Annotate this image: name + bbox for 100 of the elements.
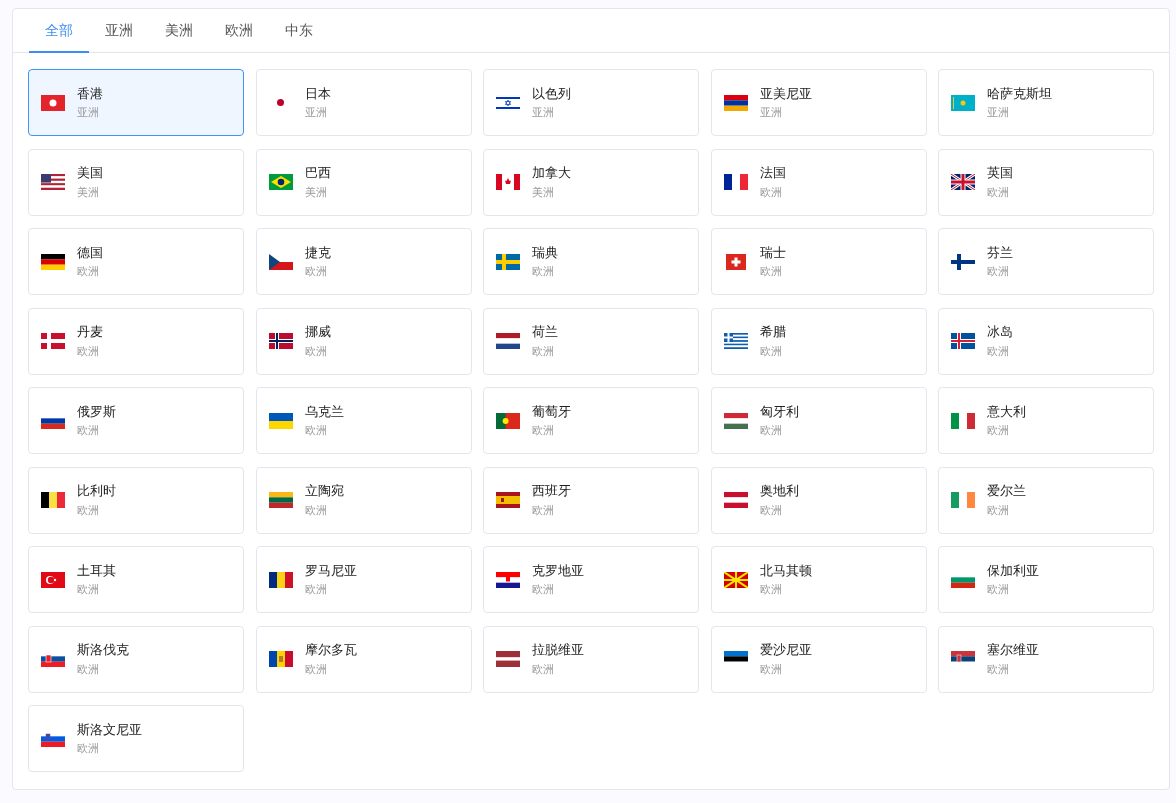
country-card[interactable]: 俄罗斯 欧洲 xyxy=(28,387,244,454)
country-name: 日本 xyxy=(304,85,331,102)
flag-icon xyxy=(496,333,520,349)
country-card[interactable]: 冰岛 欧洲 xyxy=(938,307,1154,375)
country-card[interactable]: 美国 美洲 xyxy=(28,148,244,216)
country-card[interactable]: 巴西 美洲 xyxy=(255,148,472,216)
country-name: 香港 xyxy=(77,85,103,102)
country-card[interactable]: 法国 欧洲 xyxy=(710,148,927,216)
country-card[interactable]: 芬兰 欧洲 xyxy=(938,228,1154,295)
country-card[interactable]: 塞尔维亚 欧洲 xyxy=(938,625,1154,693)
country-name: 西班牙 xyxy=(532,483,571,499)
region-label: 欧洲 xyxy=(304,662,328,676)
flag-icon xyxy=(496,492,520,508)
region-tab[interactable]: 中东 xyxy=(269,9,329,53)
country-card[interactable]: 乌克兰 欧洲 xyxy=(255,387,472,454)
region-label: 欧洲 xyxy=(759,503,783,517)
country-card[interactable]: 保加利亚 欧洲 xyxy=(938,546,1154,613)
country-name: 乌克兰 xyxy=(304,403,344,420)
region-label: 欧洲 xyxy=(987,424,1010,438)
country-card[interactable]: 英国 欧洲 xyxy=(938,148,1154,216)
country-card[interactable]: 摩尔多瓦 欧洲 xyxy=(255,625,472,693)
country-card[interactable]: 荷兰 欧洲 xyxy=(483,307,699,375)
country-name: 挪威 xyxy=(304,324,331,340)
country-name: 斯洛文尼亚 xyxy=(77,721,142,738)
country-card[interactable]: 日本 亚洲 xyxy=(255,69,472,136)
region-label: 欧洲 xyxy=(987,344,1010,358)
country-card[interactable]: 斯洛伐克 欧洲 xyxy=(28,625,244,693)
flag-icon xyxy=(951,253,975,270)
region-label: 欧洲 xyxy=(304,424,328,438)
flag-icon xyxy=(496,94,520,111)
region-label: 欧洲 xyxy=(987,185,1010,199)
country-name: 荷兰 xyxy=(532,324,558,340)
country-card[interactable]: 加拿大 美洲 xyxy=(483,148,699,216)
region-label: 欧洲 xyxy=(532,503,555,517)
flag-icon xyxy=(41,333,65,349)
region-label: 欧洲 xyxy=(987,662,1010,676)
region-label: 亚洲 xyxy=(759,106,783,120)
country-card[interactable]: 爱尔兰 欧洲 xyxy=(938,466,1154,534)
region-label: 欧洲 xyxy=(77,583,100,597)
region-tab[interactable]: 全部 xyxy=(29,9,89,53)
flag-icon xyxy=(496,651,520,667)
country-card[interactable]: 立陶宛 欧洲 xyxy=(255,466,472,534)
country-card[interactable]: 爱沙尼亚 欧洲 xyxy=(710,625,927,693)
flag-icon xyxy=(723,412,748,429)
country-card[interactable]: 奥地利 欧洲 xyxy=(710,466,927,534)
region-label: 欧洲 xyxy=(987,583,1010,597)
country-card[interactable]: 瑞典 欧洲 xyxy=(483,228,699,295)
region-label: 亚洲 xyxy=(77,106,100,120)
country-card[interactable]: 哈萨克斯坦 亚洲 xyxy=(938,69,1154,136)
region-label: 欧洲 xyxy=(532,662,555,676)
flag-icon xyxy=(277,99,284,106)
country-card[interactable]: 捷克 欧洲 xyxy=(255,228,472,295)
region-tab[interactable]: 欧洲 xyxy=(209,9,269,53)
region-label: 欧洲 xyxy=(759,344,783,358)
flag-icon xyxy=(41,174,65,190)
country-card[interactable]: 克罗地亚 欧洲 xyxy=(483,546,699,613)
country-name: 保加利亚 xyxy=(987,562,1039,579)
country-card[interactable]: 拉脱维亚 欧洲 xyxy=(483,625,699,693)
region-tab[interactable]: 美洲 xyxy=(149,9,209,53)
flag-icon xyxy=(723,333,748,349)
flag-icon xyxy=(723,174,748,190)
country-card[interactable]: 希腊 欧洲 xyxy=(710,307,927,375)
country-name: 塞尔维亚 xyxy=(987,642,1039,658)
country-card[interactable]: 亚美尼亚 亚洲 xyxy=(710,69,927,136)
country-card[interactable]: 丹麦 欧洲 xyxy=(28,307,244,375)
country-card[interactable]: 以色列 亚洲 xyxy=(483,69,699,136)
country-card[interactable]: 比利时 欧洲 xyxy=(28,466,244,534)
country-card[interactable]: 西班牙 欧洲 xyxy=(483,466,699,534)
country-card[interactable]: 斯洛文尼亚 欧洲 xyxy=(28,705,244,772)
country-card[interactable]: 挪威 欧洲 xyxy=(255,307,472,375)
country-card[interactable]: 北马其顿 欧洲 xyxy=(710,546,927,613)
flag-icon xyxy=(268,492,293,508)
country-card[interactable]: 香港 亚洲 xyxy=(28,69,244,136)
country-card[interactable]: 葡萄牙 欧洲 xyxy=(483,387,699,454)
country-name: 瑞士 xyxy=(759,244,786,261)
country-name: 亚美尼亚 xyxy=(759,85,812,102)
country-card[interactable]: 德国 欧洲 xyxy=(28,228,244,295)
country-card[interactable]: 匈牙利 欧洲 xyxy=(710,387,927,454)
country-name: 立陶宛 xyxy=(304,483,344,499)
region-tab[interactable]: 亚洲 xyxy=(89,9,149,53)
region-label: 美洲 xyxy=(304,185,328,199)
flag-icon xyxy=(723,94,748,111)
country-card[interactable]: 罗马尼亚 欧洲 xyxy=(255,546,472,613)
country-name: 克罗地亚 xyxy=(532,562,584,579)
country-card[interactable]: 意大利 欧洲 xyxy=(938,387,1154,454)
flag-icon xyxy=(951,94,975,111)
country-name: 德国 xyxy=(77,244,103,261)
region-label: 美洲 xyxy=(77,185,100,199)
region-label: 欧洲 xyxy=(77,265,100,279)
flag-icon xyxy=(41,94,65,111)
country-card[interactable]: 土耳其 欧洲 xyxy=(28,546,244,613)
country-name: 丹麦 xyxy=(77,324,103,340)
flag-icon xyxy=(268,253,293,270)
region-label: 欧洲 xyxy=(532,583,555,597)
flag-icon xyxy=(496,571,520,588)
flag-icon xyxy=(268,571,293,588)
country-name: 法国 xyxy=(759,165,786,181)
flag-icon xyxy=(951,412,975,429)
country-card[interactable]: 瑞士 欧洲 xyxy=(710,228,927,295)
flag-icon xyxy=(496,174,520,190)
